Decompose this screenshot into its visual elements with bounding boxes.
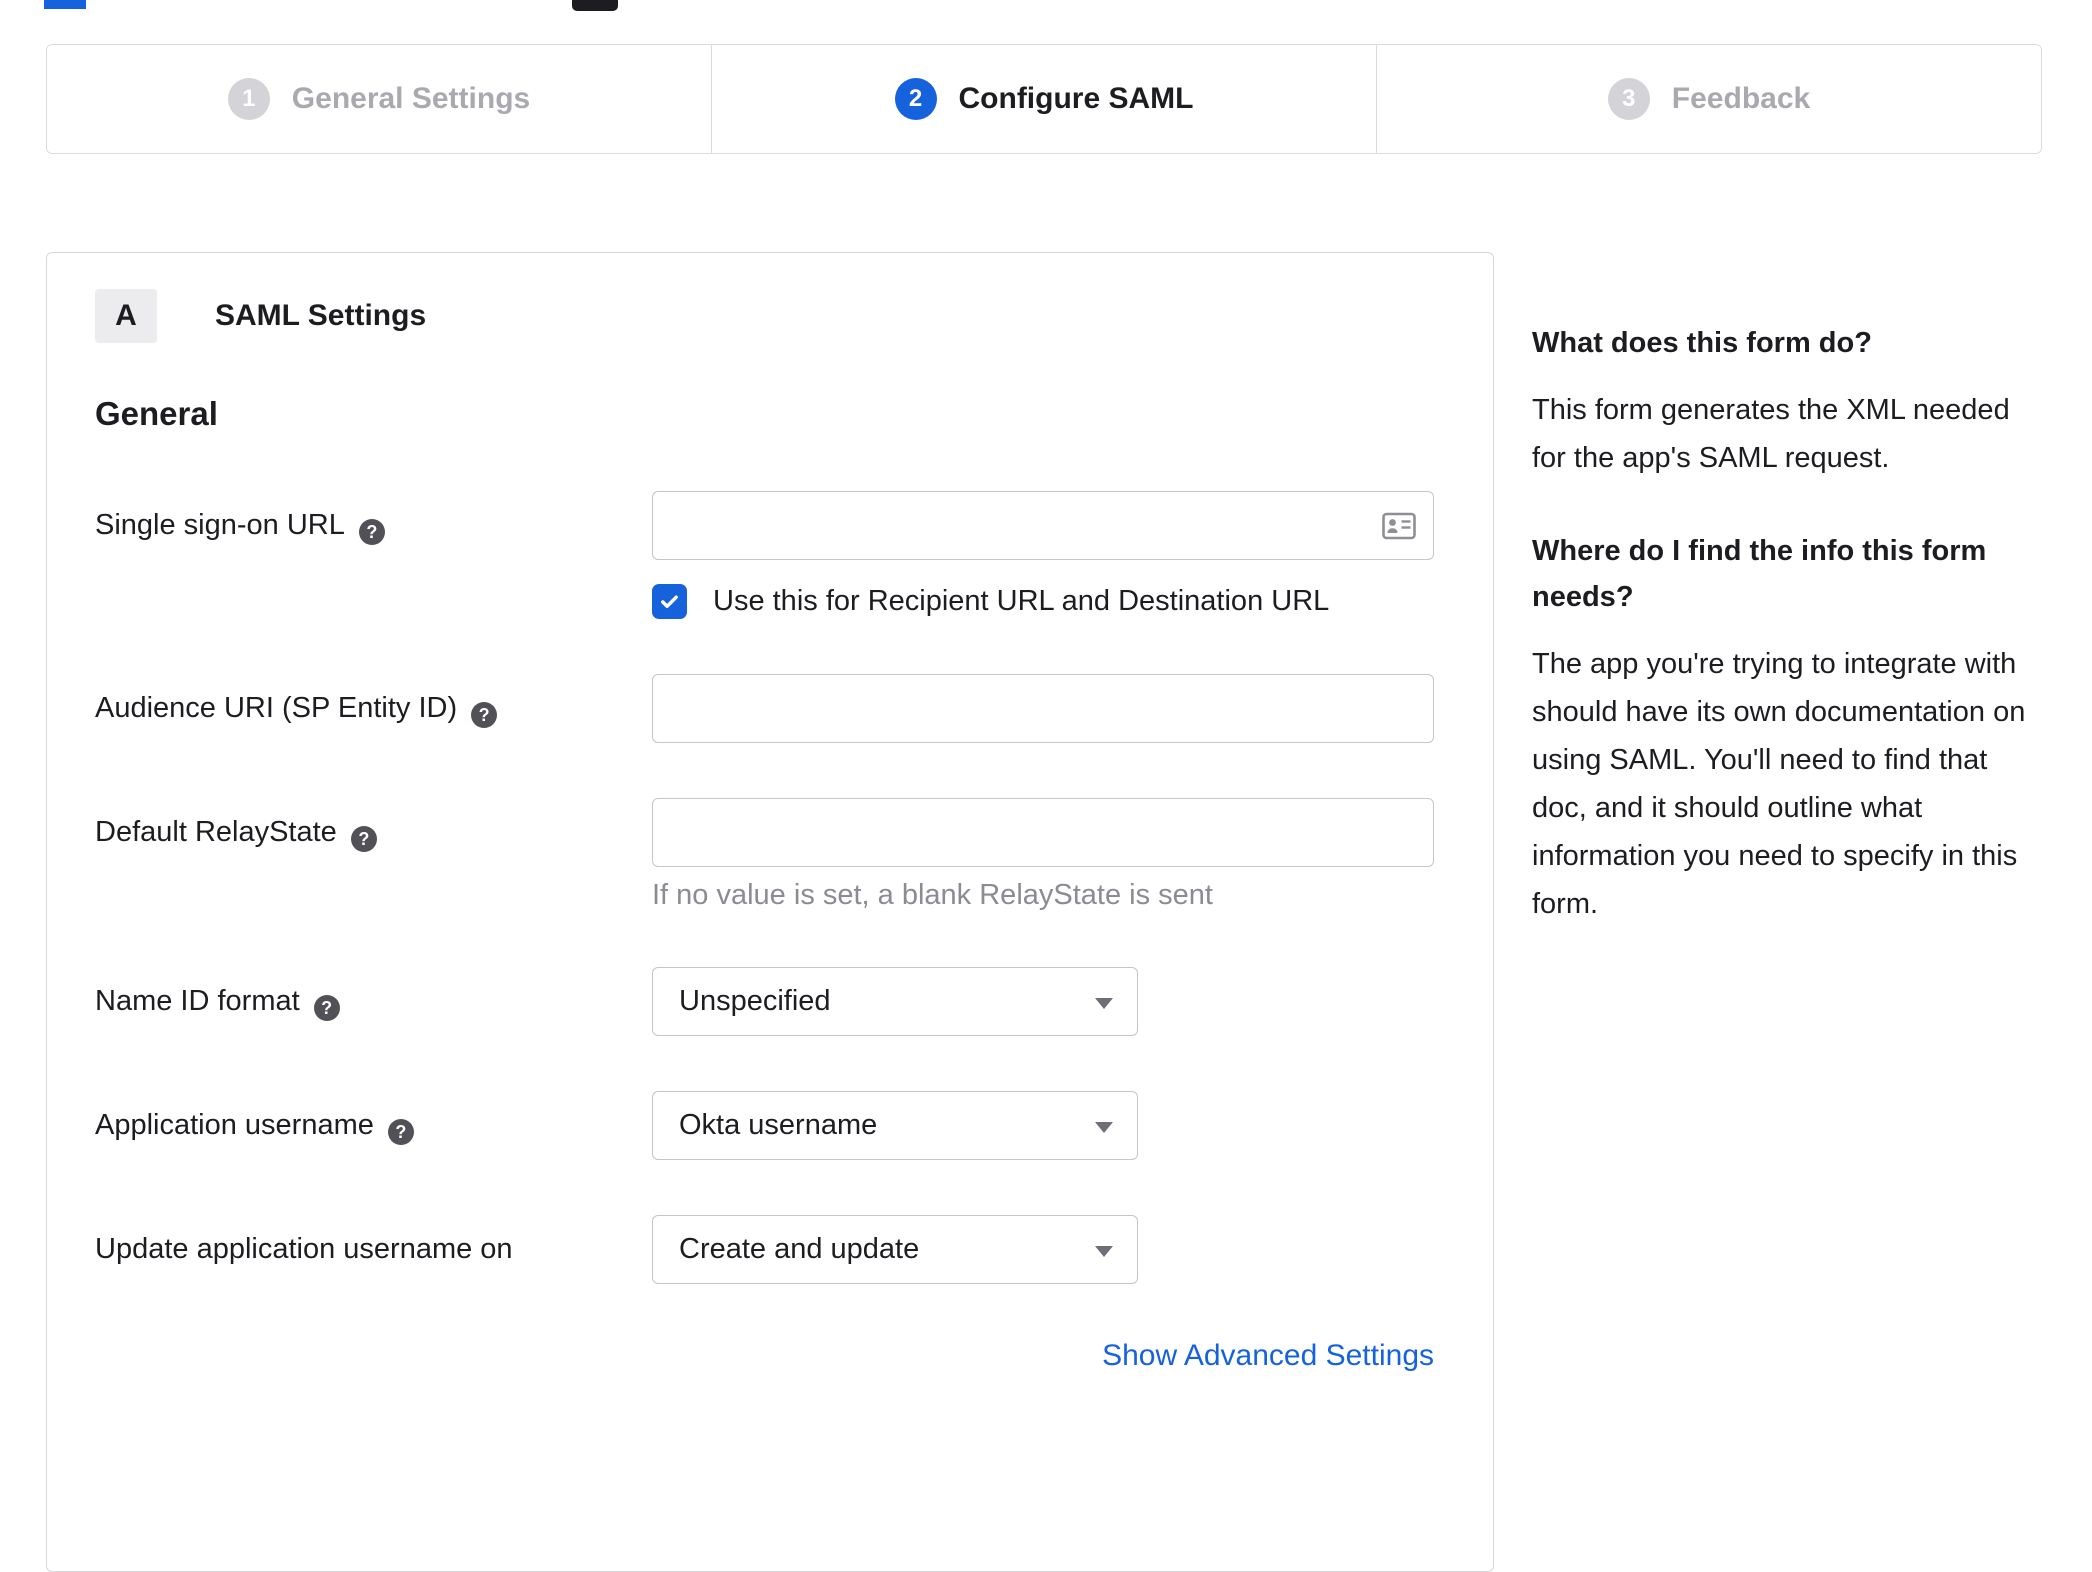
- step-feedback[interactable]: 3 Feedback: [1376, 45, 2041, 153]
- relay-state-help-icon[interactable]: ?: [350, 826, 377, 852]
- audience-uri-label-wrap: Audience URI (SP Entity ID)?: [95, 674, 652, 743]
- section-a-badge: A: [95, 289, 157, 343]
- step-label: Configure SAML: [958, 82, 1194, 115]
- wizard-stepper: 1 General Settings 2 Configure SAML 3 Fe…: [46, 44, 2042, 154]
- help-body-what: This form generates the XML needed for t…: [1532, 394, 2010, 474]
- sso-url-label: Single sign-on URL: [95, 509, 345, 541]
- update-username-label-wrap: Update application username on: [95, 1215, 652, 1284]
- recipient-url-checkbox-label[interactable]: Use this for Recipient URL and Destinati…: [713, 585, 1329, 618]
- caret-down-icon: [1095, 997, 1113, 1009]
- relay-state-hint: If no value is set, a blank RelayState i…: [652, 879, 1213, 911]
- relay-state-label-wrap: Default RelayState?: [95, 798, 652, 912]
- name-id-format-help-icon[interactable]: ?: [313, 995, 340, 1021]
- sso-url-label-wrap: Single sign-on URL?: [95, 491, 652, 619]
- relay-state-row: Default RelayState? If no value is set, …: [95, 798, 1445, 912]
- step-label: Feedback: [1671, 82, 1811, 115]
- sso-url-input[interactable]: [652, 491, 1434, 560]
- update-username-label: Update application username on: [95, 1233, 513, 1265]
- name-id-format-selected: Unspecified: [679, 985, 831, 1017]
- application-username-label-wrap: Application username?: [95, 1091, 652, 1160]
- advanced-settings-row: Show Advanced Settings: [95, 1339, 1434, 1373]
- audience-uri-label: Audience URI (SP Entity ID): [95, 692, 458, 724]
- update-username-selected: Create and update: [679, 1233, 920, 1265]
- step-configure-saml[interactable]: 2 Configure SAML: [711, 45, 1376, 153]
- help-heading-what: What does this form do?: [1532, 327, 1872, 359]
- update-username-select[interactable]: Create and update: [652, 1215, 1138, 1284]
- application-username-row: Application username? Okta username: [95, 1091, 1445, 1160]
- help-sidebar: What does this form do? This form genera…: [1532, 320, 2037, 974]
- application-username-help-icon[interactable]: ?: [387, 1119, 414, 1145]
- panel-title: SAML Settings: [215, 299, 427, 332]
- update-username-row: Update application username on Create an…: [95, 1215, 1445, 1284]
- name-id-format-select[interactable]: Unspecified: [652, 967, 1138, 1036]
- recipient-url-checkbox-row: Use this for Recipient URL and Destinati…: [652, 584, 1445, 619]
- sso-url-help-icon[interactable]: ?: [358, 519, 385, 545]
- help-body-where: The app you're trying to integrate with …: [1532, 648, 2026, 920]
- application-username-label: Application username: [95, 1109, 374, 1141]
- saml-settings-panel: A SAML Settings General Single sign-on U…: [46, 252, 1494, 1572]
- name-id-format-label-wrap: Name ID format?: [95, 967, 652, 1036]
- cropped-settings-icon-fragment: [572, 0, 618, 11]
- contact-card-icon: [1382, 512, 1416, 539]
- general-group-title: General: [95, 395, 218, 432]
- help-heading-where: Where do I find the info this form needs…: [1532, 535, 1987, 613]
- panel-header: A SAML Settings: [95, 289, 1445, 343]
- cropped-app-logo-fragment: [44, 0, 86, 9]
- application-username-selected: Okta username: [679, 1109, 878, 1141]
- name-id-format-label: Name ID format: [95, 985, 300, 1017]
- step-number-badge: 2: [894, 78, 937, 120]
- show-advanced-settings-link[interactable]: Show Advanced Settings: [1102, 1339, 1434, 1372]
- caret-down-icon: [1095, 1245, 1113, 1257]
- audience-uri-input[interactable]: [652, 674, 1434, 743]
- caret-down-icon: [1095, 1121, 1113, 1133]
- relay-state-label: Default RelayState: [95, 816, 337, 848]
- audience-uri-help-icon[interactable]: ?: [471, 702, 498, 728]
- relay-state-input[interactable]: [652, 798, 1434, 867]
- sso-url-row: Single sign-on URL? Use this for Recipie…: [95, 491, 1445, 619]
- recipient-url-checkbox[interactable]: [652, 584, 687, 619]
- step-number-badge: 3: [1607, 78, 1650, 120]
- name-id-format-row: Name ID format? Unspecified: [95, 967, 1445, 1036]
- step-general-settings[interactable]: 1 General Settings: [47, 45, 711, 153]
- checkmark-icon: [661, 595, 678, 609]
- step-label: General Settings: [291, 82, 531, 115]
- application-username-select[interactable]: Okta username: [652, 1091, 1138, 1160]
- audience-uri-row: Audience URI (SP Entity ID)?: [95, 674, 1445, 743]
- step-number-badge: 1: [227, 78, 270, 120]
